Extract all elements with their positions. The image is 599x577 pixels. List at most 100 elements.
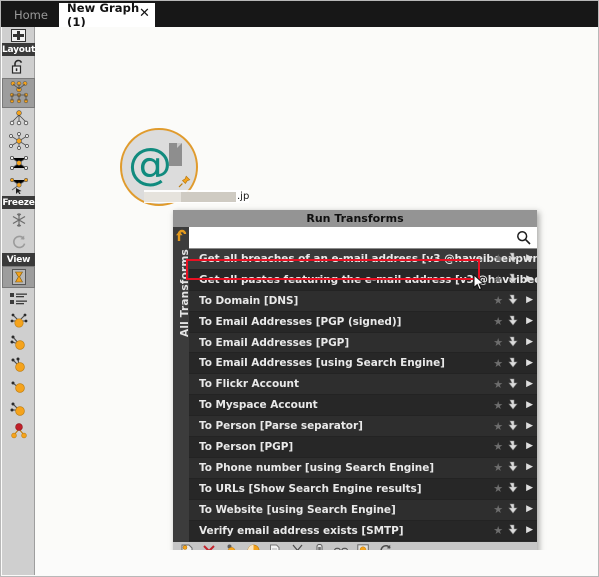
play-icon[interactable]: ▶ xyxy=(526,463,533,472)
play-icon[interactable]: ▶ xyxy=(526,358,533,368)
transform-row[interactable]: To Flickr Account ★ ▶ xyxy=(189,374,537,396)
star-icon[interactable]: ★ xyxy=(493,525,503,536)
close-icon[interactable]: ✕ xyxy=(139,7,150,20)
star-icon[interactable]: ★ xyxy=(493,253,503,264)
transform-row-actions: ★ ▶ xyxy=(493,312,533,332)
left-toolbar-footer xyxy=(2,550,35,575)
run-transform-set-icon[interactable] xyxy=(508,417,521,436)
run-transform-set-icon[interactable] xyxy=(508,479,521,498)
play-icon[interactable]: ▶ xyxy=(526,505,533,514)
list-view-icon[interactable] xyxy=(2,288,35,310)
select-by-type-icon[interactable] xyxy=(2,420,35,442)
play-icon[interactable]: ▶ xyxy=(526,275,533,284)
entity-label-suffix: .jp xyxy=(237,191,250,202)
select-node-icon[interactable] xyxy=(2,376,35,398)
star-icon[interactable]: ★ xyxy=(493,504,503,515)
transform-label: To Phone number [using Search Engine] xyxy=(199,461,435,474)
transform-row-actions: ★ ▶ xyxy=(493,333,533,353)
run-transform-set-icon[interactable] xyxy=(508,270,521,289)
select-children-icon[interactable] xyxy=(2,354,35,376)
block-layout-icon[interactable] xyxy=(2,78,35,108)
transform-row-actions: ★ ▶ xyxy=(493,437,533,457)
centrality-layout-icon[interactable] xyxy=(2,130,35,152)
hierarchical-layout-icon[interactable] xyxy=(2,108,35,130)
select-neighbours-icon[interactable] xyxy=(2,310,35,332)
transform-row[interactable]: To Myspace Account ★ ▶ xyxy=(189,395,537,417)
application-window: Home New Graph (1) ✕ Layout Freeze View … xyxy=(0,0,599,577)
run-transform-set-icon[interactable] xyxy=(508,458,521,477)
run-transform-set-icon[interactable] xyxy=(508,249,521,268)
entity-label: .jp xyxy=(144,190,250,203)
dialog-title: Run Transforms xyxy=(173,210,537,227)
run-transform-set-icon[interactable] xyxy=(508,375,521,394)
run-transform-set-icon[interactable] xyxy=(508,396,521,415)
run-transform-set-icon[interactable] xyxy=(508,521,521,540)
mouse-cursor xyxy=(473,273,487,296)
organic-layout-icon[interactable] xyxy=(2,152,35,174)
play-icon[interactable]: ▶ xyxy=(526,317,533,326)
all-transforms-tab[interactable]: All Transforms xyxy=(173,227,189,542)
search-icon[interactable] xyxy=(516,230,531,249)
play-icon[interactable]: ▶ xyxy=(526,400,533,410)
transform-search-bar[interactable] xyxy=(189,227,537,249)
transform-label: Verify email address exists [SMTP] xyxy=(199,524,404,537)
transform-row-actions: ★ ▶ xyxy=(493,353,533,373)
email-address-entity[interactable]: @ .jp xyxy=(120,128,250,206)
interactive-layout-icon[interactable] xyxy=(2,174,35,196)
star-icon[interactable]: ★ xyxy=(493,379,503,390)
search-input[interactable] xyxy=(193,229,509,249)
section-view: View xyxy=(2,253,35,266)
play-icon[interactable]: ▶ xyxy=(526,526,533,535)
play-icon[interactable]: ▶ xyxy=(526,254,533,263)
transform-row[interactable]: To Email Addresses [using Search Engine]… xyxy=(189,353,537,375)
star-icon[interactable]: ★ xyxy=(493,441,503,452)
grid-layout-icon[interactable] xyxy=(2,27,35,43)
star-icon[interactable]: ★ xyxy=(493,358,503,369)
lock-open-icon[interactable] xyxy=(2,56,35,78)
play-icon[interactable]: ▶ xyxy=(526,421,533,431)
run-transform-set-icon[interactable] xyxy=(508,291,521,310)
transform-row[interactable]: To Website [using Search Engine] ★ ▶ xyxy=(189,499,537,521)
run-transform-set-icon[interactable] xyxy=(508,312,521,331)
star-icon[interactable]: ★ xyxy=(493,400,503,411)
run-transform-set-icon[interactable] xyxy=(508,333,521,352)
all-transforms-label: All Transforms xyxy=(179,249,189,337)
play-icon[interactable]: ▶ xyxy=(526,296,533,305)
refresh-layout-icon[interactable] xyxy=(2,231,35,253)
transform-row-actions: ★ ▶ xyxy=(493,500,533,520)
pin-icon xyxy=(177,174,191,188)
play-icon[interactable]: ▶ xyxy=(526,379,533,389)
transform-row[interactable]: To Person [Parse separator] ★ ▶ xyxy=(189,416,537,438)
star-icon[interactable]: ★ xyxy=(493,337,503,348)
freeze-snowflake-icon[interactable] xyxy=(2,209,35,231)
transform-row[interactable]: To Email Addresses [PGP] ★ ▶ xyxy=(189,332,537,354)
section-freeze: Freeze xyxy=(2,196,35,209)
star-icon[interactable]: ★ xyxy=(493,316,503,327)
play-icon[interactable]: ▶ xyxy=(526,442,533,451)
star-icon[interactable]: ★ xyxy=(493,483,503,494)
play-icon[interactable]: ▶ xyxy=(526,484,533,493)
at-symbol-icon: @ xyxy=(128,139,172,190)
star-icon[interactable]: ★ xyxy=(493,462,503,473)
select-parents-icon[interactable] xyxy=(2,332,35,354)
select-links-icon[interactable] xyxy=(2,398,35,420)
status-bar xyxy=(2,550,598,575)
transform-row-actions: ★ ▶ xyxy=(493,395,533,415)
run-transform-set-icon[interactable] xyxy=(508,354,521,373)
transform-label: To Myspace Account xyxy=(199,399,318,412)
transform-row[interactable]: To Phone number [using Search Engine] ★ … xyxy=(189,457,537,479)
star-icon[interactable]: ★ xyxy=(493,421,503,432)
star-icon[interactable]: ★ xyxy=(493,274,503,285)
run-transform-set-icon[interactable] xyxy=(508,437,521,456)
transform-row[interactable]: To Email Addresses [PGP (signed)] ★ ▶ xyxy=(189,311,537,333)
transform-row[interactable]: To Person [PGP] ★ ▶ xyxy=(189,437,537,458)
transform-row[interactable]: Get all breaches of an e-mail address [v… xyxy=(189,249,537,270)
transform-row-actions: ★ ▶ xyxy=(493,521,533,541)
transform-row[interactable]: Verify email address exists [SMTP] ★ ▶ xyxy=(189,520,537,542)
play-icon[interactable]: ▶ xyxy=(526,338,533,347)
entity-view-icon[interactable] xyxy=(2,266,35,288)
run-transform-set-icon[interactable] xyxy=(508,500,521,519)
transform-row-actions: ★ ▶ xyxy=(493,479,533,499)
star-icon[interactable]: ★ xyxy=(493,295,503,306)
transform-row[interactable]: To URLs [Show Search Engine results] ★ ▶ xyxy=(189,478,537,500)
